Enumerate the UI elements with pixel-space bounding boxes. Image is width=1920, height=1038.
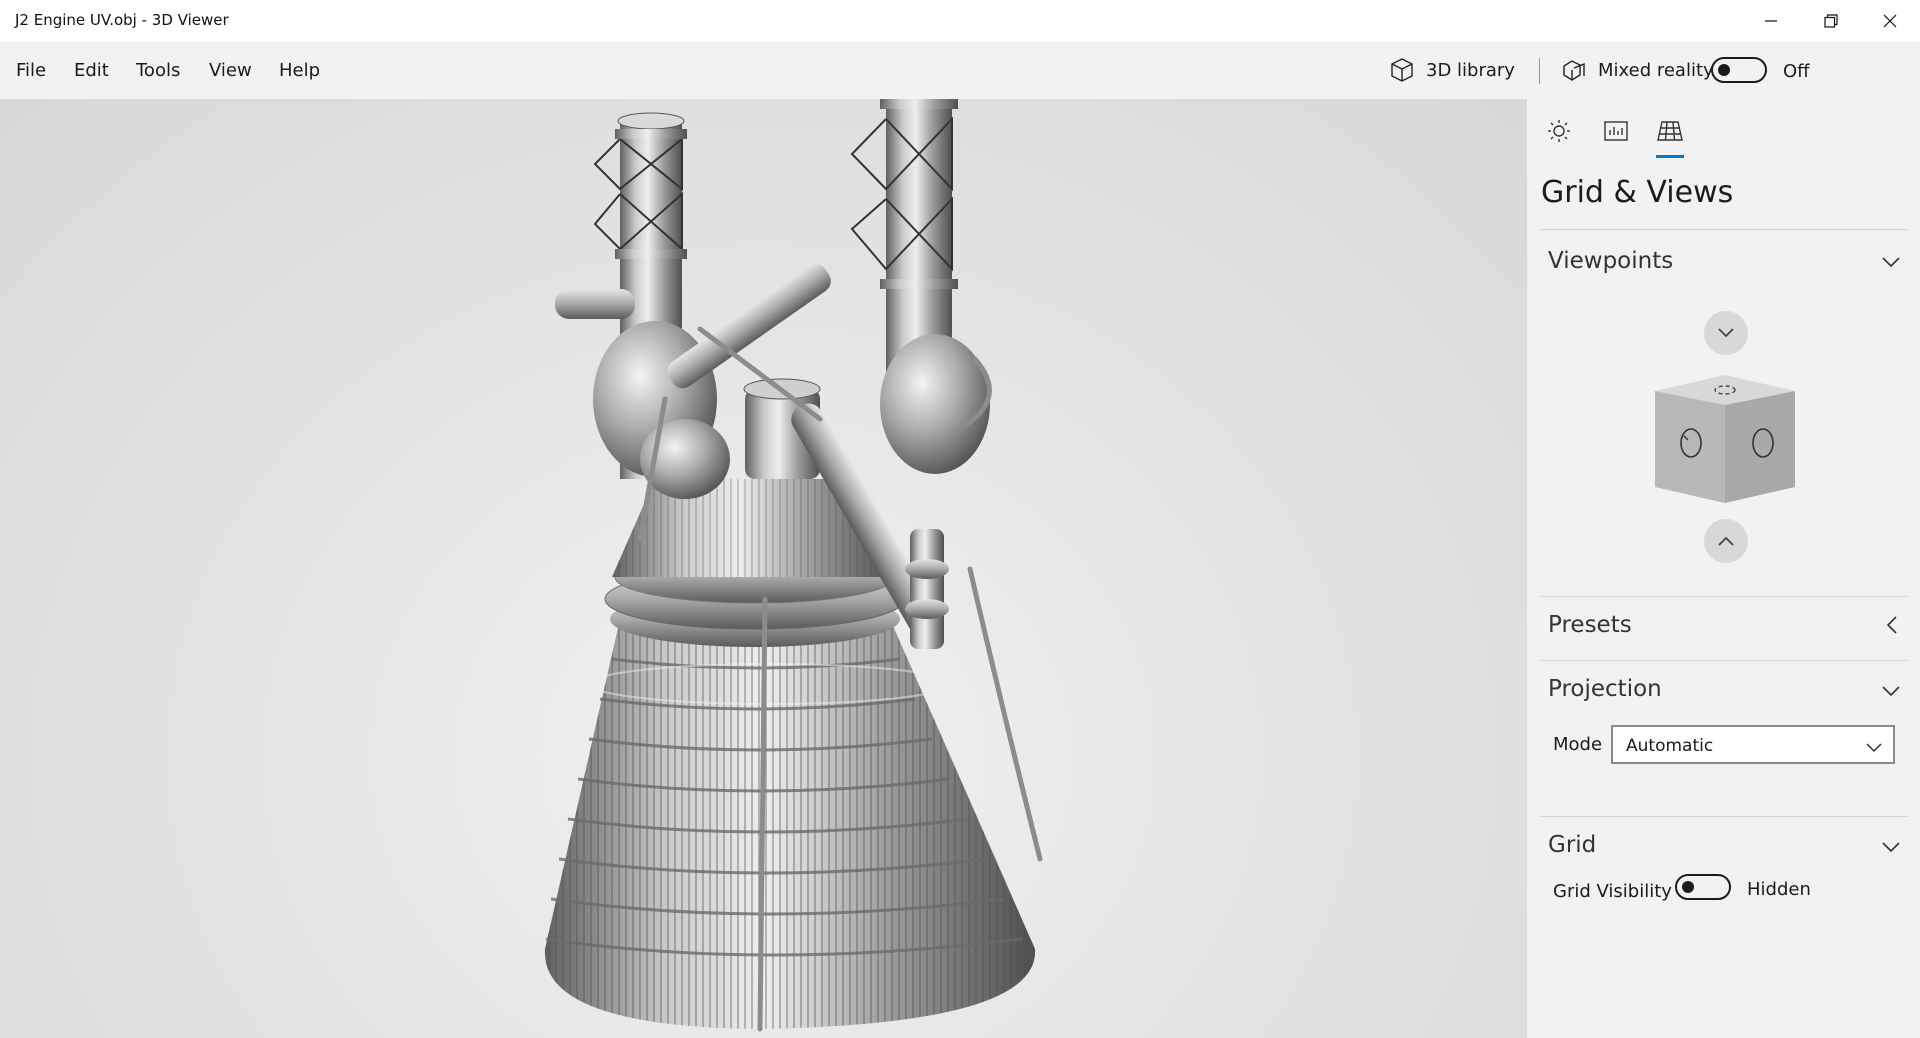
- menu-help[interactable]: Help: [279, 60, 320, 81]
- menu-edit[interactable]: Edit: [74, 60, 109, 81]
- close-button[interactable]: [1860, 0, 1920, 42]
- mixed-reality-icon: [1563, 60, 1585, 81]
- side-panel: Grid & Views Viewpoints Presets Projecti…: [1526, 99, 1920, 1038]
- mode-select[interactable]: Automatic: [1611, 725, 1895, 764]
- j2-engine-model[interactable]: [0, 99, 1526, 1038]
- grid-header[interactable]: Grid: [1548, 832, 1596, 858]
- chevron-down-icon: [1882, 686, 1900, 697]
- mixed-reality-state: Off: [1783, 61, 1810, 82]
- viewpoints-chevron[interactable]: [1881, 254, 1901, 273]
- tab-lighting[interactable]: [1541, 113, 1577, 149]
- presets-chevron[interactable]: [1885, 615, 1899, 639]
- 3d-library-label: 3D library: [1426, 59, 1515, 81]
- mode-select-value: Automatic: [1626, 736, 1714, 756]
- projection-chevron[interactable]: [1881, 683, 1901, 702]
- grid-visibility-state: Hidden: [1747, 879, 1811, 900]
- mode-label: Mode: [1553, 734, 1603, 755]
- rotate-down-button[interactable]: [1704, 311, 1748, 355]
- 3d-viewport[interactable]: [0, 99, 1526, 1038]
- mixed-reality-toggle[interactable]: [1711, 57, 1767, 83]
- grid-chevron[interactable]: [1881, 839, 1901, 858]
- tab-grid-views[interactable]: [1652, 113, 1688, 149]
- presets-header[interactable]: Presets: [1548, 612, 1632, 638]
- chevron-down-icon: [1718, 328, 1734, 338]
- menu-view[interactable]: View: [209, 60, 252, 81]
- active-tab-indicator: [1656, 155, 1684, 158]
- close-icon: [1883, 14, 1897, 28]
- chevron-down-icon: [1882, 842, 1900, 853]
- divider: [1541, 816, 1907, 817]
- toggle-knob: [1682, 881, 1694, 893]
- toolbar-divider: [1539, 58, 1540, 84]
- chevron-up-icon: [1718, 536, 1734, 546]
- divider: [1541, 596, 1907, 597]
- menu-file[interactable]: File: [16, 60, 46, 81]
- view-cube[interactable]: [1651, 375, 1799, 505]
- restore-button[interactable]: [1801, 0, 1861, 42]
- grid-visibility-toggle[interactable]: [1675, 874, 1731, 900]
- chevron-down-icon: [1882, 257, 1900, 268]
- toggle-knob: [1718, 64, 1730, 76]
- viewpoints-header[interactable]: Viewpoints: [1548, 248, 1673, 274]
- panel-title: Grid & Views: [1541, 175, 1734, 210]
- restore-icon: [1824, 14, 1838, 28]
- chevron-down-icon: [1866, 743, 1882, 753]
- window-title: J2 Engine UV.obj - 3D Viewer: [15, 11, 229, 29]
- menu-tools[interactable]: Tools: [136, 60, 180, 81]
- cube-icon: [1391, 58, 1413, 82]
- mixed-reality-label: Mixed reality: [1598, 59, 1714, 81]
- grid-icon: [1657, 121, 1683, 141]
- divider: [1541, 229, 1907, 230]
- grid-visibility-label: Grid Visibility: [1553, 881, 1672, 902]
- chevron-left-icon: [1886, 616, 1897, 634]
- title-bar: J2 Engine UV.obj - 3D Viewer: [0, 0, 1920, 42]
- stats-icon: [1604, 121, 1628, 141]
- mode-select-arrow: [1865, 739, 1883, 758]
- minimize-button[interactable]: [1741, 0, 1801, 42]
- sun-icon: [1548, 120, 1570, 142]
- projection-header[interactable]: Projection: [1548, 676, 1662, 702]
- divider: [1541, 660, 1907, 661]
- mixed-reality-button[interactable]: Mixed reality: [1560, 52, 1714, 88]
- rotate-up-button[interactable]: [1704, 519, 1748, 563]
- tab-statistics[interactable]: [1598, 113, 1634, 149]
- 3d-library-button[interactable]: 3D library: [1388, 52, 1515, 88]
- menu-bar: File Edit Tools View Help 3D library Mix…: [0, 42, 1920, 99]
- minimize-icon: [1765, 20, 1777, 22]
